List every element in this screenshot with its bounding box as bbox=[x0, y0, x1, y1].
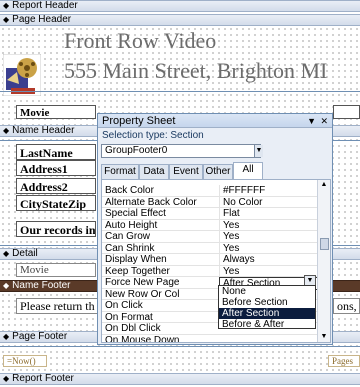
chevron-down-icon[interactable]: ▼ bbox=[254, 145, 263, 157]
dropdown-option-before-after[interactable]: Before & After bbox=[219, 319, 315, 330]
tab-event[interactable]: Event bbox=[169, 164, 203, 179]
collapse-arrow-icon: ◆ bbox=[3, 281, 10, 290]
citystatezip-field[interactable]: CityStateZip bbox=[16, 195, 96, 211]
property-row[interactable]: On Mouse Down bbox=[102, 335, 318, 343]
object-selector-combo[interactable]: GroupFooter0 ▼ bbox=[101, 144, 263, 158]
close-icon[interactable]: ✕ bbox=[320, 114, 328, 128]
column-label-partial[interactable] bbox=[333, 105, 360, 119]
scroll-up-icon[interactable]: ▲ bbox=[318, 180, 330, 190]
dropdown-option-before-section[interactable]: Before Section bbox=[219, 297, 315, 308]
scroll-down-icon[interactable]: ▼ bbox=[318, 332, 330, 342]
date-field[interactable]: =Now() bbox=[3, 355, 47, 367]
page-header-section: Front Row Video 555 Main Street, Brighto… bbox=[0, 26, 360, 125]
tab-other[interactable]: Other bbox=[203, 164, 233, 179]
film-reel-logo-icon bbox=[3, 54, 41, 96]
collapse-arrow-icon: ◆ bbox=[3, 1, 10, 10]
collapse-arrow-icon: ◆ bbox=[3, 332, 10, 341]
movie-column-label[interactable]: Movie bbox=[16, 105, 96, 119]
records-text-box[interactable]: Our records in bbox=[16, 221, 96, 237]
property-row[interactable]: Keep Together Yes bbox=[102, 265, 318, 277]
address2-field[interactable]: Address2 bbox=[16, 178, 96, 194]
property-row[interactable]: Alternate Back Color No Color bbox=[102, 196, 318, 208]
dropdown-option-none[interactable]: None bbox=[219, 286, 315, 297]
selection-type-line: Selection type: Section bbox=[102, 130, 204, 141]
collapse-arrow-icon: ◆ bbox=[3, 15, 10, 24]
page-header-band[interactable]: ◆ Page Header bbox=[0, 14, 360, 26]
movie-detail-field[interactable]: Movie bbox=[16, 263, 96, 277]
tab-data[interactable]: Data bbox=[139, 164, 169, 179]
dropdown-option-after-section[interactable]: After Section bbox=[219, 308, 315, 319]
property-row[interactable]: Can Shrink Yes bbox=[102, 242, 318, 254]
property-sheet-titlebar[interactable]: Property Sheet ▼ ✕ bbox=[98, 114, 332, 128]
property-row[interactable]: Can Grow Yes bbox=[102, 231, 318, 243]
tab-format[interactable]: Format bbox=[101, 164, 139, 179]
collapse-arrow-icon: ◆ bbox=[3, 374, 10, 383]
address1-field[interactable]: Address1 bbox=[16, 160, 96, 176]
pages-field[interactable]: Pages bbox=[328, 355, 360, 367]
divider-line bbox=[0, 346, 360, 347]
return-text-box[interactable]: Please return th bbox=[16, 298, 100, 314]
scroll-thumb[interactable] bbox=[320, 238, 329, 250]
report-header-band[interactable]: ◆ Report Header bbox=[0, 0, 360, 12]
report-title-line2: 555 Main Street, Brighton MI bbox=[64, 58, 328, 83]
report-title-line1: Front Row Video bbox=[64, 28, 217, 53]
tab-all[interactable]: All bbox=[233, 162, 263, 179]
property-row[interactable]: Auto Height Yes bbox=[102, 219, 318, 231]
force-new-page-dropdown: None Before Section After Section Before… bbox=[218, 285, 316, 330]
collapse-arrow-icon: ◆ bbox=[3, 249, 10, 258]
footer-text-partial[interactable]: ons, c bbox=[333, 298, 360, 314]
property-scrollbar[interactable]: ▲ ▼ bbox=[317, 180, 330, 342]
collapse-arrow-icon: ◆ bbox=[3, 126, 10, 135]
report-footer-band[interactable]: ◆ Report Footer bbox=[0, 373, 360, 385]
property-row[interactable]: Special Effect Flat bbox=[102, 208, 318, 220]
divider-line bbox=[0, 91, 360, 92]
property-row[interactable]: Display When Always bbox=[102, 254, 318, 266]
page-footer-section: =Now() Pages bbox=[0, 343, 360, 372]
property-row[interactable]: Back Color #FFFFFF bbox=[102, 185, 318, 197]
lastname-field[interactable]: LastName bbox=[16, 144, 96, 160]
dropdown-arrow-icon[interactable]: ▼ bbox=[307, 114, 316, 128]
